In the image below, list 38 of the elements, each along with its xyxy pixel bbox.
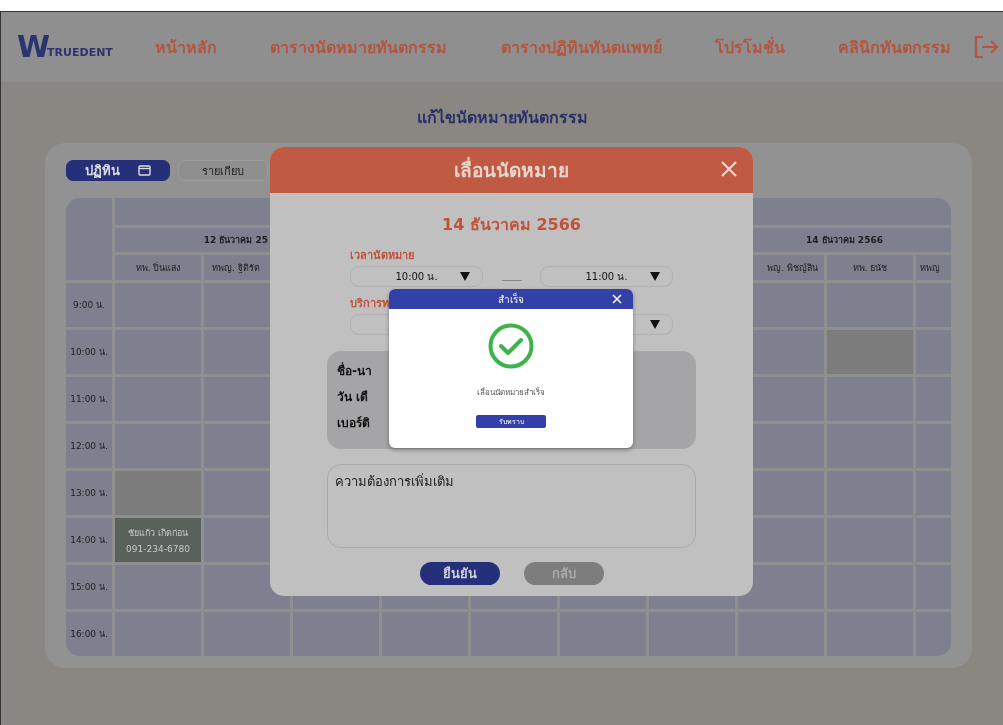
- time-label: 13:00 น.: [66, 471, 112, 515]
- info-text: เบอร์ติ: [337, 415, 370, 431]
- calendar-view-tab[interactable]: ปฏิทิน: [66, 160, 170, 181]
- confirm-button[interactable]: ยืนยัน: [419, 562, 500, 585]
- success-message: เลื่อนนัดหมายสำเร็จ: [477, 386, 545, 399]
- time-label: 14:00 น.: [66, 518, 112, 562]
- doctor-header: ทพ. ปิ่นแสง: [115, 255, 201, 280]
- appointment-date: 14 ธันวาคม 2566: [442, 215, 581, 235]
- time-label: 10:00 น.: [66, 330, 112, 374]
- time-label: 12:00 น.: [66, 424, 112, 468]
- time-label: 11:00 น.: [66, 377, 112, 421]
- logo-mark: W: [17, 32, 48, 62]
- time-label: 15:00 น.: [66, 565, 112, 609]
- modal-title: เลื่อนนัดหมาย: [454, 156, 569, 183]
- logout-icon[interactable]: [973, 34, 999, 60]
- patient-name: ชัยแก้ว เกิดก่อน: [128, 527, 188, 540]
- info-text: ชื่อ-นา: [337, 363, 372, 379]
- calendar-icon: [138, 165, 151, 176]
- popup-title: สำเร็จ: [498, 291, 524, 307]
- booking-block[interactable]: ชัยแก้ว เกิดก่อน 091-234-6780: [115, 518, 201, 562]
- doctor-header: ทพญ: [916, 255, 951, 280]
- page-title: แก้ไขนัดหมายทันตกรรม: [415, 107, 589, 129]
- check-circle-icon: [488, 323, 534, 369]
- patient-phone: 091-234-6780: [126, 544, 190, 554]
- dropdown-arrow-icon: [460, 272, 470, 281]
- notes-field[interactable]: ความต้องการเพิ่มเติม: [327, 464, 696, 548]
- list-view-tab[interactable]: รายเกียบ: [178, 160, 268, 181]
- time-label: 16:00 น.: [66, 612, 112, 656]
- time-dropdown[interactable]: 11:00 น.: [540, 266, 673, 287]
- doctor-header: ทพ. ธนัช: [827, 255, 913, 280]
- logo-text: TRUEDENT: [47, 47, 113, 58]
- info-text: วัน เดื: [337, 389, 369, 405]
- dropdown-arrow-icon: [650, 320, 660, 329]
- field-label: เวลานัดหมาย: [350, 249, 414, 262]
- field-label: บริการท: [350, 297, 389, 310]
- dropdown-arrow-icon: [650, 272, 660, 281]
- time-label: 9:00 น.: [66, 283, 112, 327]
- time-dropdown[interactable]: 10:00 น.: [350, 266, 483, 287]
